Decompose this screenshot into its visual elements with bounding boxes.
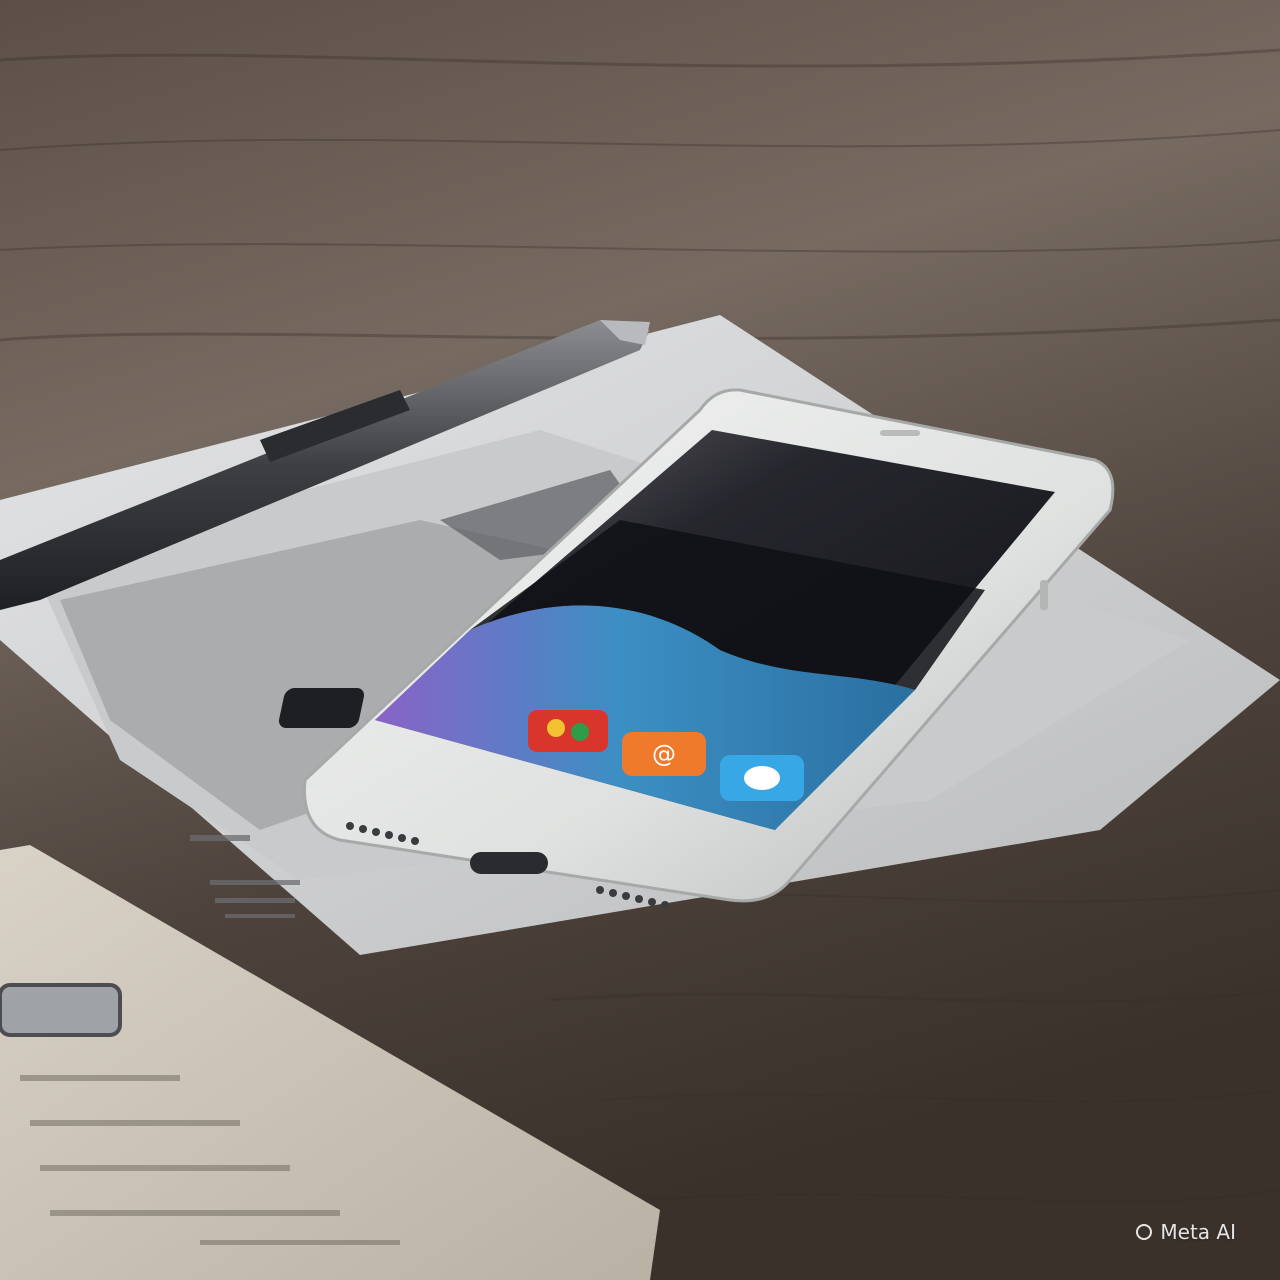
colorful-app-icon[interactable]	[528, 710, 608, 752]
colorful-app-dot-2	[571, 723, 589, 741]
colorful-app-dot	[547, 719, 565, 737]
at-symbol-icon: @	[652, 740, 676, 768]
watermark-label: Meta AI	[1160, 1220, 1236, 1244]
chat-bubble-icon	[744, 766, 780, 790]
photo-scene: @	[0, 0, 1280, 1280]
side-button	[1040, 580, 1048, 610]
dark-app-icon[interactable]	[277, 688, 366, 728]
meta-ai-watermark: Meta AI	[1136, 1220, 1236, 1244]
meta-ai-logo-icon	[1136, 1224, 1153, 1240]
charging-port	[470, 852, 548, 874]
earpiece	[880, 430, 920, 436]
binder-clip	[0, 983, 122, 1037]
